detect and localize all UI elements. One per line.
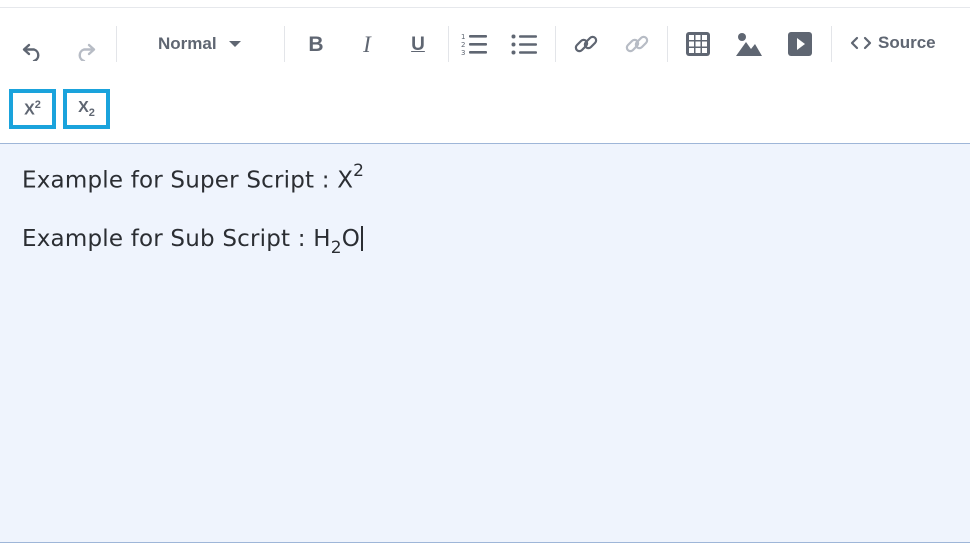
subscript-icon: X2: [78, 99, 95, 119]
numbered-list-button[interactable]: 1 2 3: [459, 30, 489, 60]
video-icon: [788, 32, 812, 56]
bulleted-list-icon: [511, 34, 537, 55]
chevron-down-icon: [228, 41, 241, 47]
link-button[interactable]: [571, 29, 601, 59]
text-cursor: [361, 226, 363, 251]
editor-paragraph: Example for Super Script : X2: [22, 161, 365, 194]
redo-icon: [78, 43, 96, 61]
paragraph-text: Example for Super Script : X: [22, 167, 354, 194]
table-icon: [686, 32, 710, 56]
underline-button[interactable]: U: [403, 30, 433, 60]
editor-toolbar: Normal B I U 1 2 3 Source X2 X2: [0, 8, 970, 143]
link-icon: [574, 35, 598, 53]
toolbar-separator: [448, 26, 449, 62]
subscript-base: X: [78, 98, 89, 116]
svg-text:2: 2: [461, 41, 465, 49]
underline-icon: U: [411, 34, 425, 55]
superscript-text: 2: [353, 161, 365, 181]
code-icon: [850, 36, 872, 50]
unlink-icon: [625, 35, 649, 53]
toolbar-separator: [555, 26, 556, 62]
bulleted-list-button[interactable]: [509, 30, 539, 60]
toolbar-separator: [116, 26, 117, 62]
undo-button[interactable]: [18, 36, 48, 66]
table-button[interactable]: [683, 29, 713, 59]
undo-icon: [22, 43, 40, 61]
toolbar-separator: [667, 26, 668, 62]
source-label: Source: [878, 33, 936, 52]
svg-text:3: 3: [461, 49, 465, 57]
toolbar-separator: [831, 26, 832, 62]
subscript-text: 2: [330, 237, 342, 258]
numbered-list-icon: 1 2 3: [461, 33, 487, 57]
editor-paragraph: Example for Sub Script : H2O: [22, 226, 363, 258]
paragraph-text-tail: O: [341, 226, 361, 252]
superscript-exponent: 2: [34, 98, 41, 111]
superscript-base: X: [24, 101, 35, 119]
unlink-button[interactable]: [622, 29, 652, 59]
video-button[interactable]: [785, 29, 815, 59]
italic-button[interactable]: I: [352, 30, 382, 60]
italic-icon: I: [363, 32, 371, 57]
bold-button[interactable]: B: [301, 30, 331, 60]
superscript-icon: X2: [24, 99, 41, 119]
superscript-button[interactable]: X2: [9, 89, 56, 129]
redo-button[interactable]: [70, 36, 100, 66]
image-button[interactable]: [733, 29, 765, 59]
paragraph-style-label: Normal: [158, 34, 217, 53]
bold-icon: B: [308, 33, 324, 56]
svg-text:1: 1: [461, 33, 465, 41]
toolbar-separator: [284, 26, 285, 62]
image-icon: [736, 33, 762, 56]
paragraph-text: Example for Sub Script : H: [22, 226, 331, 252]
subscript-index: 2: [88, 107, 95, 120]
source-button[interactable]: Source: [850, 28, 936, 58]
editor-content-area[interactable]: Example for Super Script : X2 Example fo…: [0, 143, 970, 543]
paragraph-style-dropdown[interactable]: Normal: [148, 28, 260, 60]
subscript-button[interactable]: X2: [63, 89, 110, 129]
